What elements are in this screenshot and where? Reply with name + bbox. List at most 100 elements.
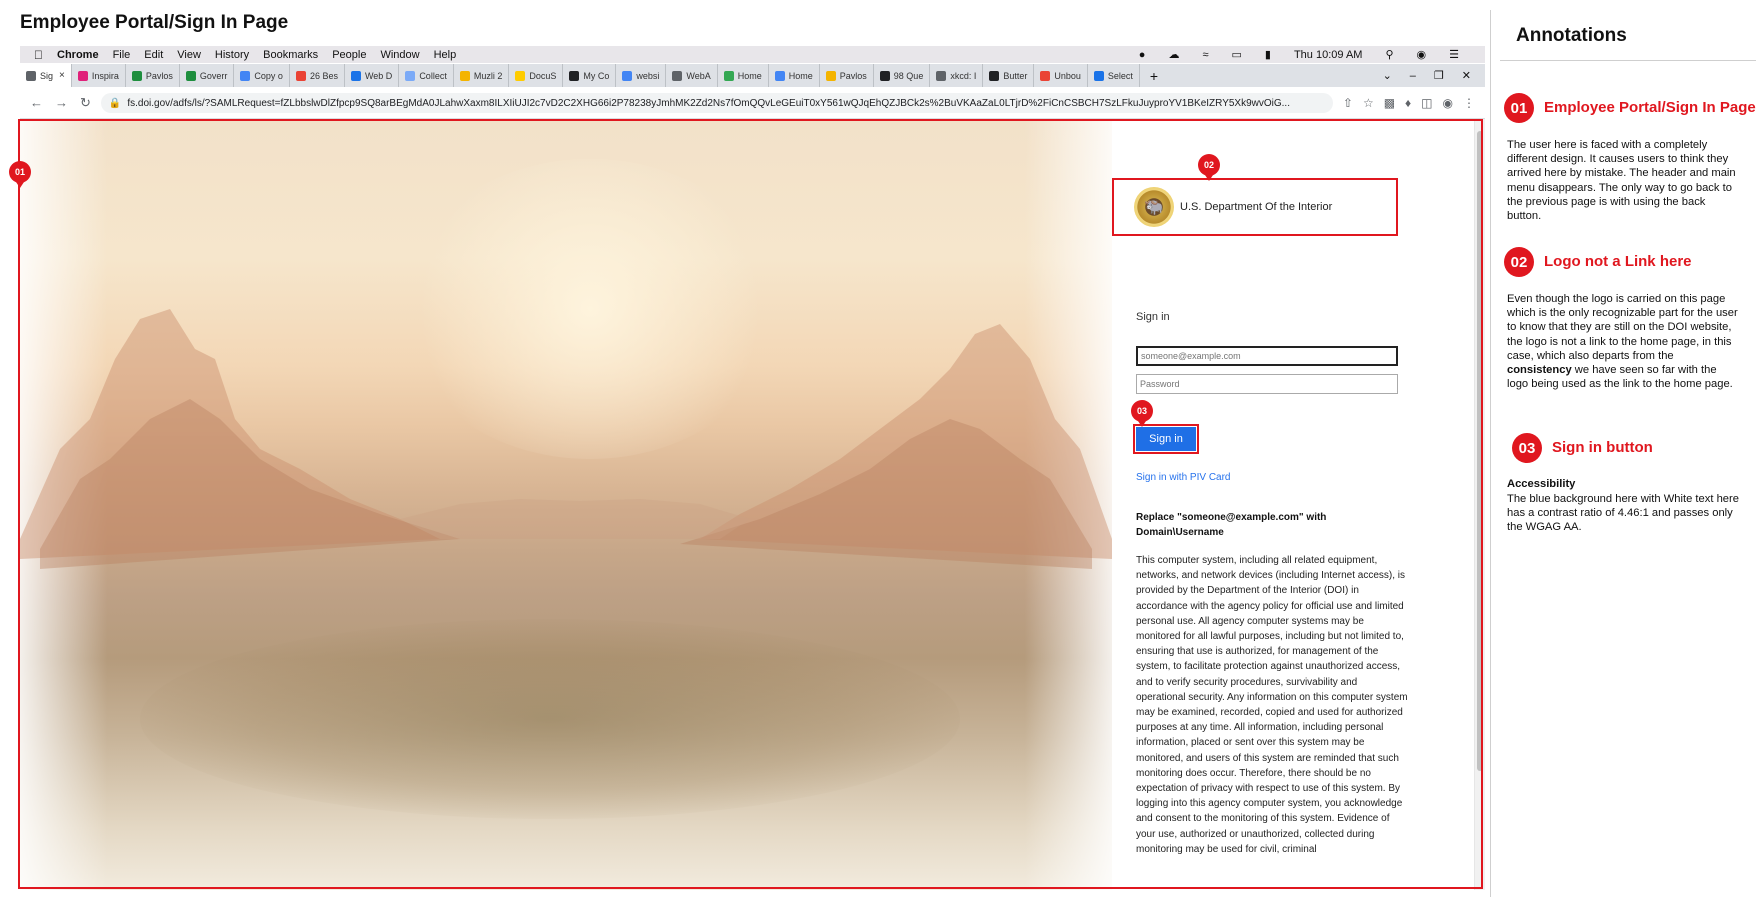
tab-favicon	[240, 70, 251, 81]
minimize-icon[interactable]: –	[1410, 70, 1416, 82]
tab[interactable]: Pavlos	[126, 64, 180, 87]
tab[interactable]: Butter	[983, 64, 1035, 87]
password-field[interactable]	[1136, 374, 1398, 394]
tab[interactable]: Unbou	[1034, 64, 1088, 87]
airplay-icon[interactable]: ▭	[1231, 48, 1241, 61]
signin-button[interactable]: Sign in	[1136, 427, 1196, 451]
menubar-clock[interactable]: Thu 10:09 AM	[1294, 49, 1363, 61]
tab[interactable]: Muzli 2	[454, 64, 510, 87]
url-field[interactable]: 🔒 fs.doi.gov/adfs/ls/?SAMLRequest=fZLbbs…	[100, 93, 1333, 113]
menu-app-name[interactable]: Chrome	[57, 49, 99, 61]
tab-favicon	[723, 70, 734, 81]
tab[interactable]: 98 Que	[874, 64, 931, 87]
tab-favicon	[672, 70, 683, 81]
tab[interactable]: Home	[769, 64, 820, 87]
annotation-01-heading: Employee Portal/Sign In Page	[1544, 99, 1756, 116]
tab-favicon	[405, 70, 416, 81]
wifi-icon[interactable]: ≈	[1202, 49, 1208, 61]
new-tab-icon[interactable]: +	[1140, 68, 1168, 84]
tab[interactable]: Goverr	[180, 64, 235, 87]
profile-avatar[interactable]: ◉	[1443, 96, 1453, 110]
status-icon-shield[interactable]: ●	[1139, 49, 1146, 61]
page-scrollbar[interactable]	[1474, 119, 1485, 890]
marker-02: 02	[1198, 154, 1220, 181]
tab-favicon	[459, 70, 470, 81]
browser-tab-strip: Sig × Inspira Pavlos Goverr Copy o 26 Bes…	[20, 64, 1485, 87]
piv-card-link[interactable]: Sign in with PIV Card	[1136, 472, 1231, 483]
tab[interactable]: DocuS	[509, 64, 564, 87]
tab-label: Inspira	[91, 70, 119, 81]
signin-heading: Sign in	[1136, 311, 1170, 323]
tab[interactable]: My Co	[563, 64, 617, 87]
tab-favicon	[26, 70, 36, 81]
lock-icon[interactable]: 🔒	[109, 98, 121, 109]
side-panel-icon[interactable]: ◫	[1421, 96, 1432, 110]
tab[interactable]: 26 Bes	[290, 64, 345, 87]
tab[interactable]: xkcd: I	[930, 64, 984, 87]
tab-label: websi	[636, 70, 660, 81]
control-center-icon[interactable]: ☰	[1449, 48, 1459, 61]
annotations-title: Annotations	[1516, 25, 1627, 46]
tab-favicon	[774, 70, 785, 81]
annotation-02-body: Even though the logo is carried on this …	[1507, 292, 1739, 391]
tab-label: Home	[737, 70, 762, 81]
share-icon[interactable]: ⇧	[1343, 96, 1353, 110]
tab-favicon	[1040, 70, 1051, 81]
annotation-03-heading: Sign in button	[1552, 439, 1653, 456]
menu-history[interactable]: History	[215, 49, 249, 61]
email-field[interactable]	[1136, 346, 1398, 366]
tab-label: DocuS	[529, 70, 557, 81]
tab[interactable]: Web D	[345, 64, 400, 87]
menu-bookmarks[interactable]: Bookmarks	[263, 49, 318, 61]
annotation-02-heading: Logo not a Link here	[1544, 253, 1692, 270]
tab-label: My Co	[583, 70, 610, 81]
restore-icon[interactable]: ❐	[1434, 69, 1444, 82]
tab[interactable]: Home	[718, 64, 769, 87]
close-window-icon[interactable]: ✕	[1462, 69, 1471, 82]
tab[interactable]: Collect	[399, 64, 454, 87]
annotation-02-number: 02	[1504, 247, 1534, 277]
tab[interactable]: Select	[1088, 64, 1140, 87]
tab[interactable]: WebA	[666, 64, 718, 87]
tab-favicon	[569, 70, 580, 81]
tab[interactable]: Inspira	[72, 64, 126, 87]
apple-icon[interactable]: 	[34, 48, 43, 62]
tab-label: Home	[788, 70, 813, 81]
tab-favicon	[989, 70, 1000, 81]
extension-icon[interactable]: ▩	[1384, 96, 1395, 110]
tab-label: Muzli 2	[473, 70, 503, 81]
scrollbar-thumb[interactable]	[1477, 131, 1483, 771]
tab-favicon	[515, 70, 526, 81]
tab[interactable]: Pavlos	[820, 64, 874, 87]
tab-label: 26 Bes	[309, 70, 338, 81]
annotation-03-number: 03	[1512, 433, 1542, 463]
annotation-02-text: Even though the logo is carried on this …	[1507, 293, 1738, 362]
reload-icon[interactable]: ↻	[80, 95, 91, 111]
scrub-field	[140, 619, 960, 819]
menu-file[interactable]: File	[113, 49, 131, 61]
puzzle-extensions-icon[interactable]: ♦	[1405, 96, 1411, 110]
bookmark-star-icon[interactable]: ☆	[1363, 96, 1374, 110]
mac-menubar:  Chrome File Edit View History Bookmark…	[20, 46, 1485, 63]
tab-search-chevron-down-icon[interactable]: ⌄	[1383, 69, 1392, 82]
menu-people[interactable]: People	[332, 49, 366, 61]
siri-icon[interactable]: ◉	[1417, 48, 1427, 61]
kebab-menu-icon[interactable]: ⋮	[1463, 96, 1475, 110]
close-tab-icon[interactable]: ×	[59, 70, 65, 81]
status-icon-cloud[interactable]: ☁	[1168, 48, 1179, 61]
menu-help[interactable]: Help	[434, 49, 457, 61]
tab-active[interactable]: Sig ×	[20, 64, 72, 87]
tab-favicon	[77, 70, 88, 81]
tab[interactable]: Copy o	[234, 64, 290, 87]
spotlight-search-icon[interactable]: ⚲	[1385, 48, 1393, 61]
menu-window[interactable]: Window	[380, 49, 419, 61]
battery-icon[interactable]: ▮	[1265, 48, 1271, 61]
annotations-rule	[1500, 60, 1756, 61]
forward-arrow-icon[interactable]: →	[55, 95, 68, 111]
back-arrow-icon[interactable]: ←	[30, 95, 43, 111]
tab[interactable]: websi	[616, 64, 667, 87]
tab-label: Unbou	[1054, 70, 1081, 81]
menu-view[interactable]: View	[177, 49, 201, 61]
username-format-note: Replace "someone@example.com" with Domai…	[1136, 512, 1327, 538]
menu-edit[interactable]: Edit	[144, 49, 163, 61]
